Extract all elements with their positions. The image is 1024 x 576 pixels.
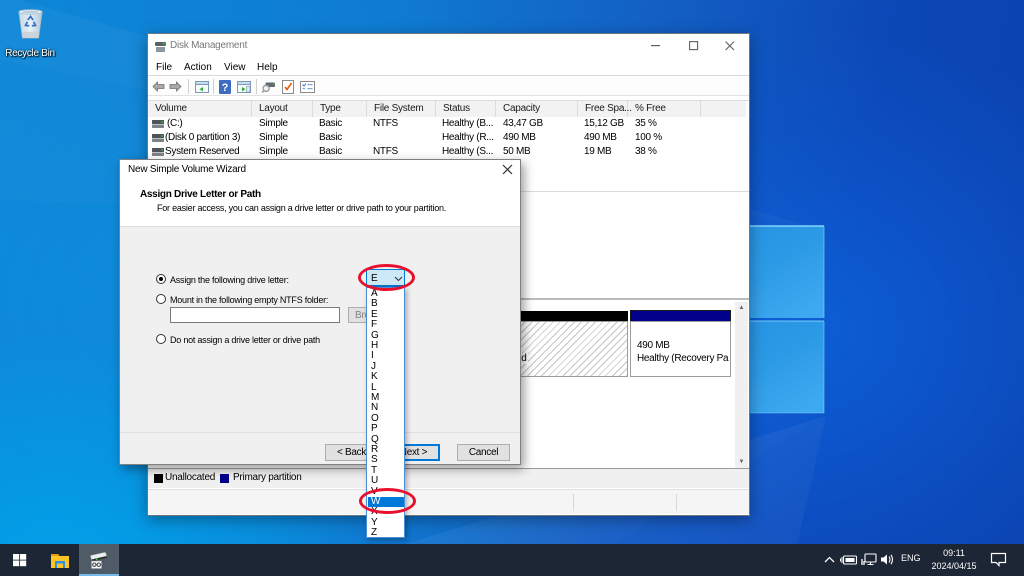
svg-text:?: ? bbox=[222, 82, 229, 94]
